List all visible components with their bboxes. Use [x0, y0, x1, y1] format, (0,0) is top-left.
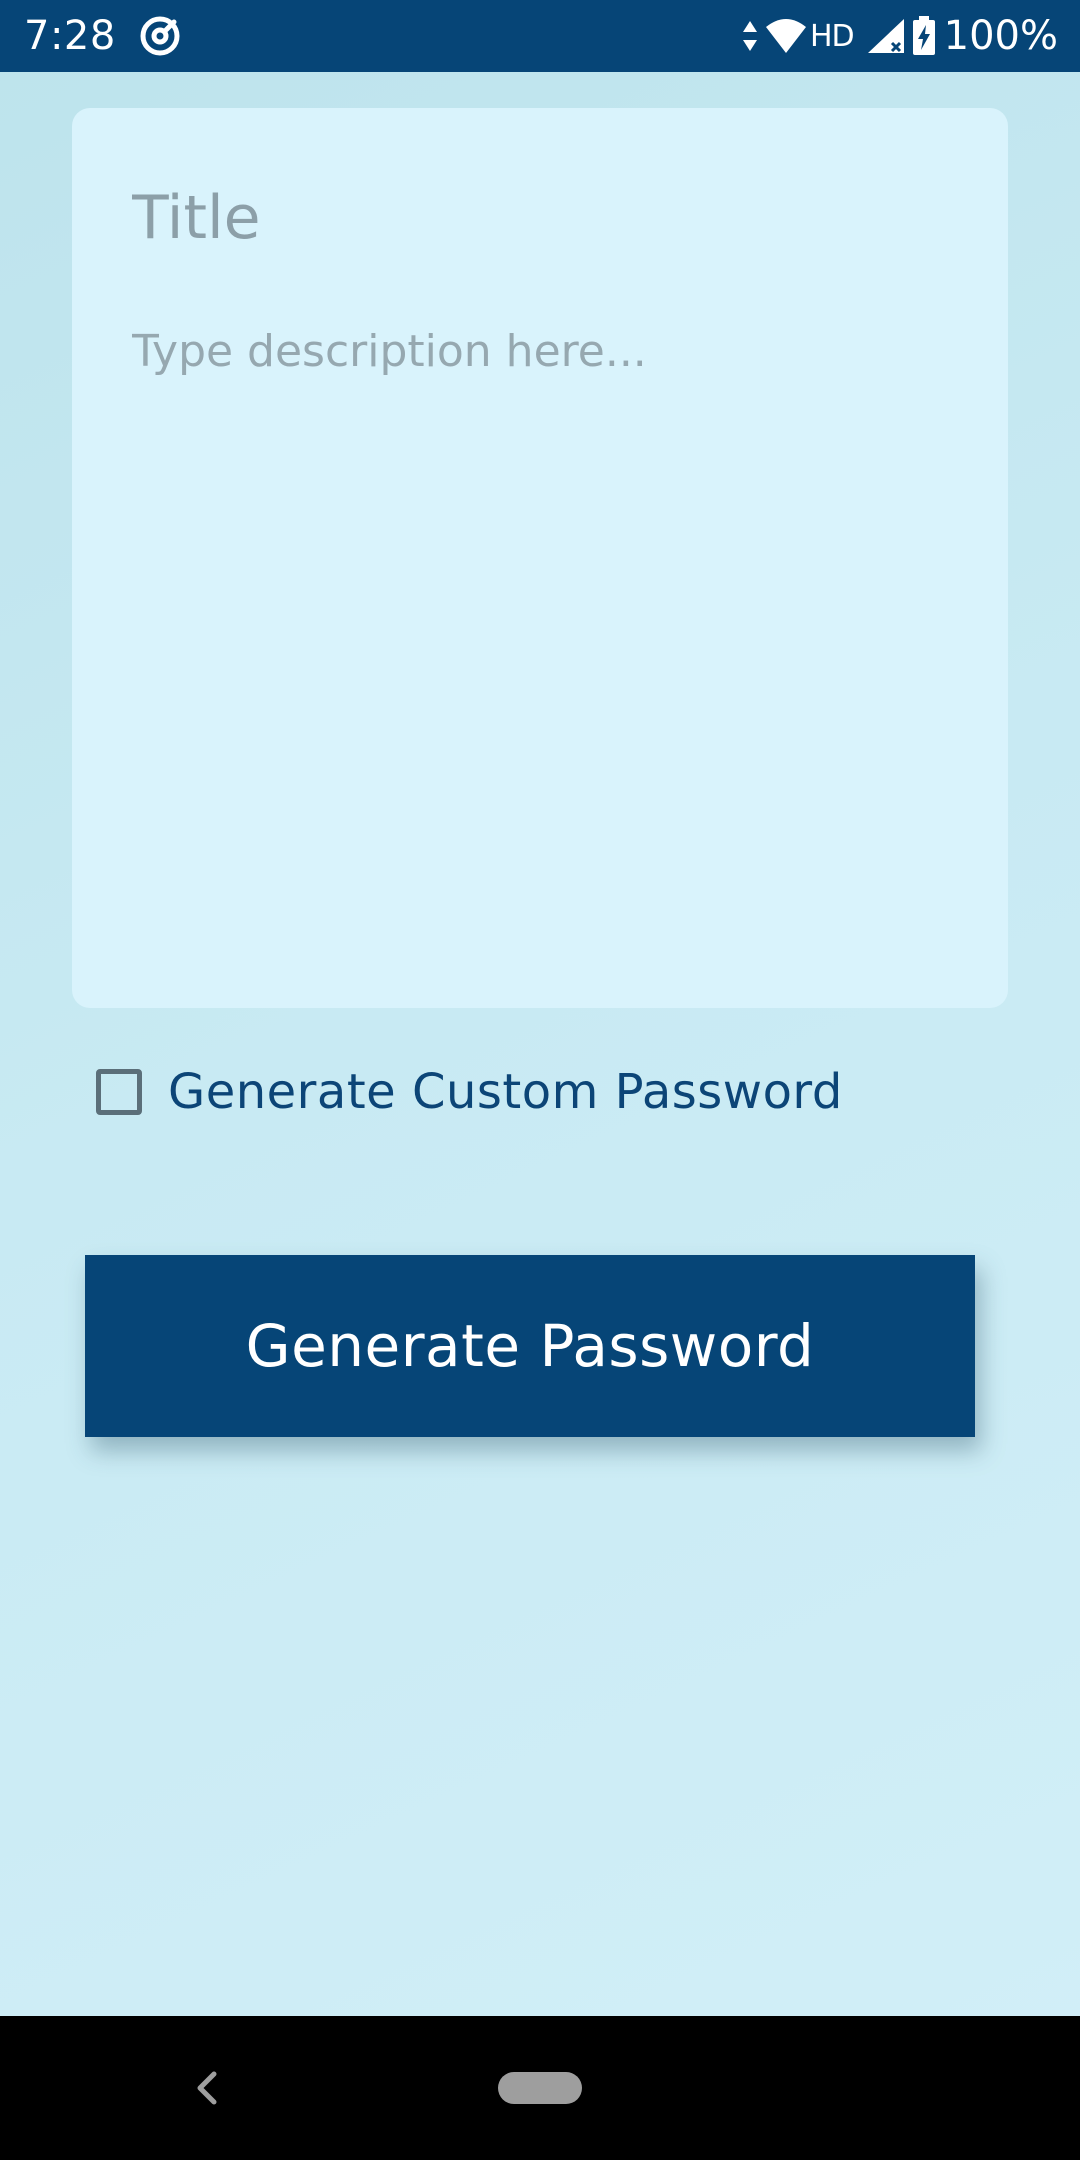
screen: 7:28 HD 100% Title Type description here… [0, 0, 1080, 2160]
note-card [72, 108, 1008, 1008]
wifi-icon [765, 19, 806, 53]
generate-password-button[interactable]: Generate Password [85, 1255, 975, 1437]
back-icon[interactable] [186, 2066, 230, 2110]
custom-password-checkbox-row[interactable]: Generate Custom Password [96, 1062, 843, 1122]
network-type-label: HD [809, 18, 855, 54]
data-arrows-icon [742, 21, 757, 51]
status-bar: 7:28 HD 100% [0, 0, 1080, 72]
status-icons: HD 100% [736, 10, 1058, 62]
description-input[interactable] [132, 322, 942, 942]
battery-charging-icon [912, 16, 935, 55]
title-input[interactable] [132, 178, 932, 258]
navigation-bar [0, 2016, 1080, 2160]
custom-password-checkbox[interactable] [96, 1069, 142, 1115]
home-pill-icon[interactable] [498, 2072, 582, 2104]
custom-password-label[interactable]: Generate Custom Password [168, 1064, 843, 1120]
battery-percent: 100% [943, 13, 1058, 59]
status-time: 7:28 [24, 13, 116, 59]
signal-icon [867, 19, 904, 53]
at-sign-icon [140, 16, 180, 56]
